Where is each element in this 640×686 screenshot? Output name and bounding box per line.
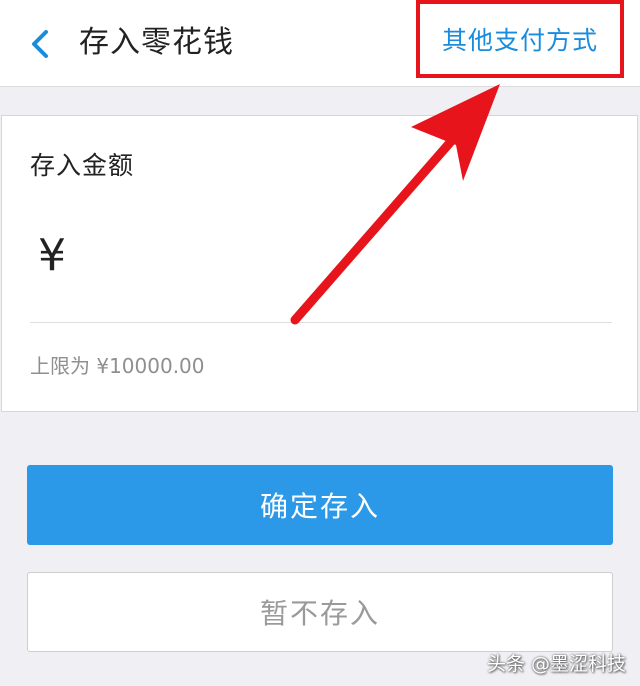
divider <box>30 322 612 323</box>
currency-symbol: ¥ <box>38 230 66 281</box>
amount-label: 存入金额 <box>30 151 135 180</box>
watermark: 头条 @墨涩科技 <box>486 653 626 675</box>
amount-card: 存入金额 ¥ 上限为 ¥10000.00 <box>1 115 638 412</box>
confirm-deposit-label: 确定存入 <box>259 490 380 523</box>
back-button[interactable] <box>22 24 58 64</box>
chevron-left-icon <box>32 30 48 58</box>
limit-text: 上限为 ¥10000.00 <box>30 354 205 378</box>
other-payment-link[interactable]: 其他支付方式 <box>416 0 624 78</box>
amount-input[interactable] <box>98 228 602 286</box>
other-payment-label: 其他支付方式 <box>441 26 598 55</box>
skip-deposit-label: 暂不存入 <box>259 597 380 630</box>
header-bar: 存入零花钱 其他支付方式 <box>0 0 640 87</box>
confirm-deposit-button[interactable]: 确定存入 <box>27 465 613 545</box>
page-title: 存入零花钱 <box>79 25 234 60</box>
skip-deposit-button[interactable]: 暂不存入 <box>27 572 613 652</box>
